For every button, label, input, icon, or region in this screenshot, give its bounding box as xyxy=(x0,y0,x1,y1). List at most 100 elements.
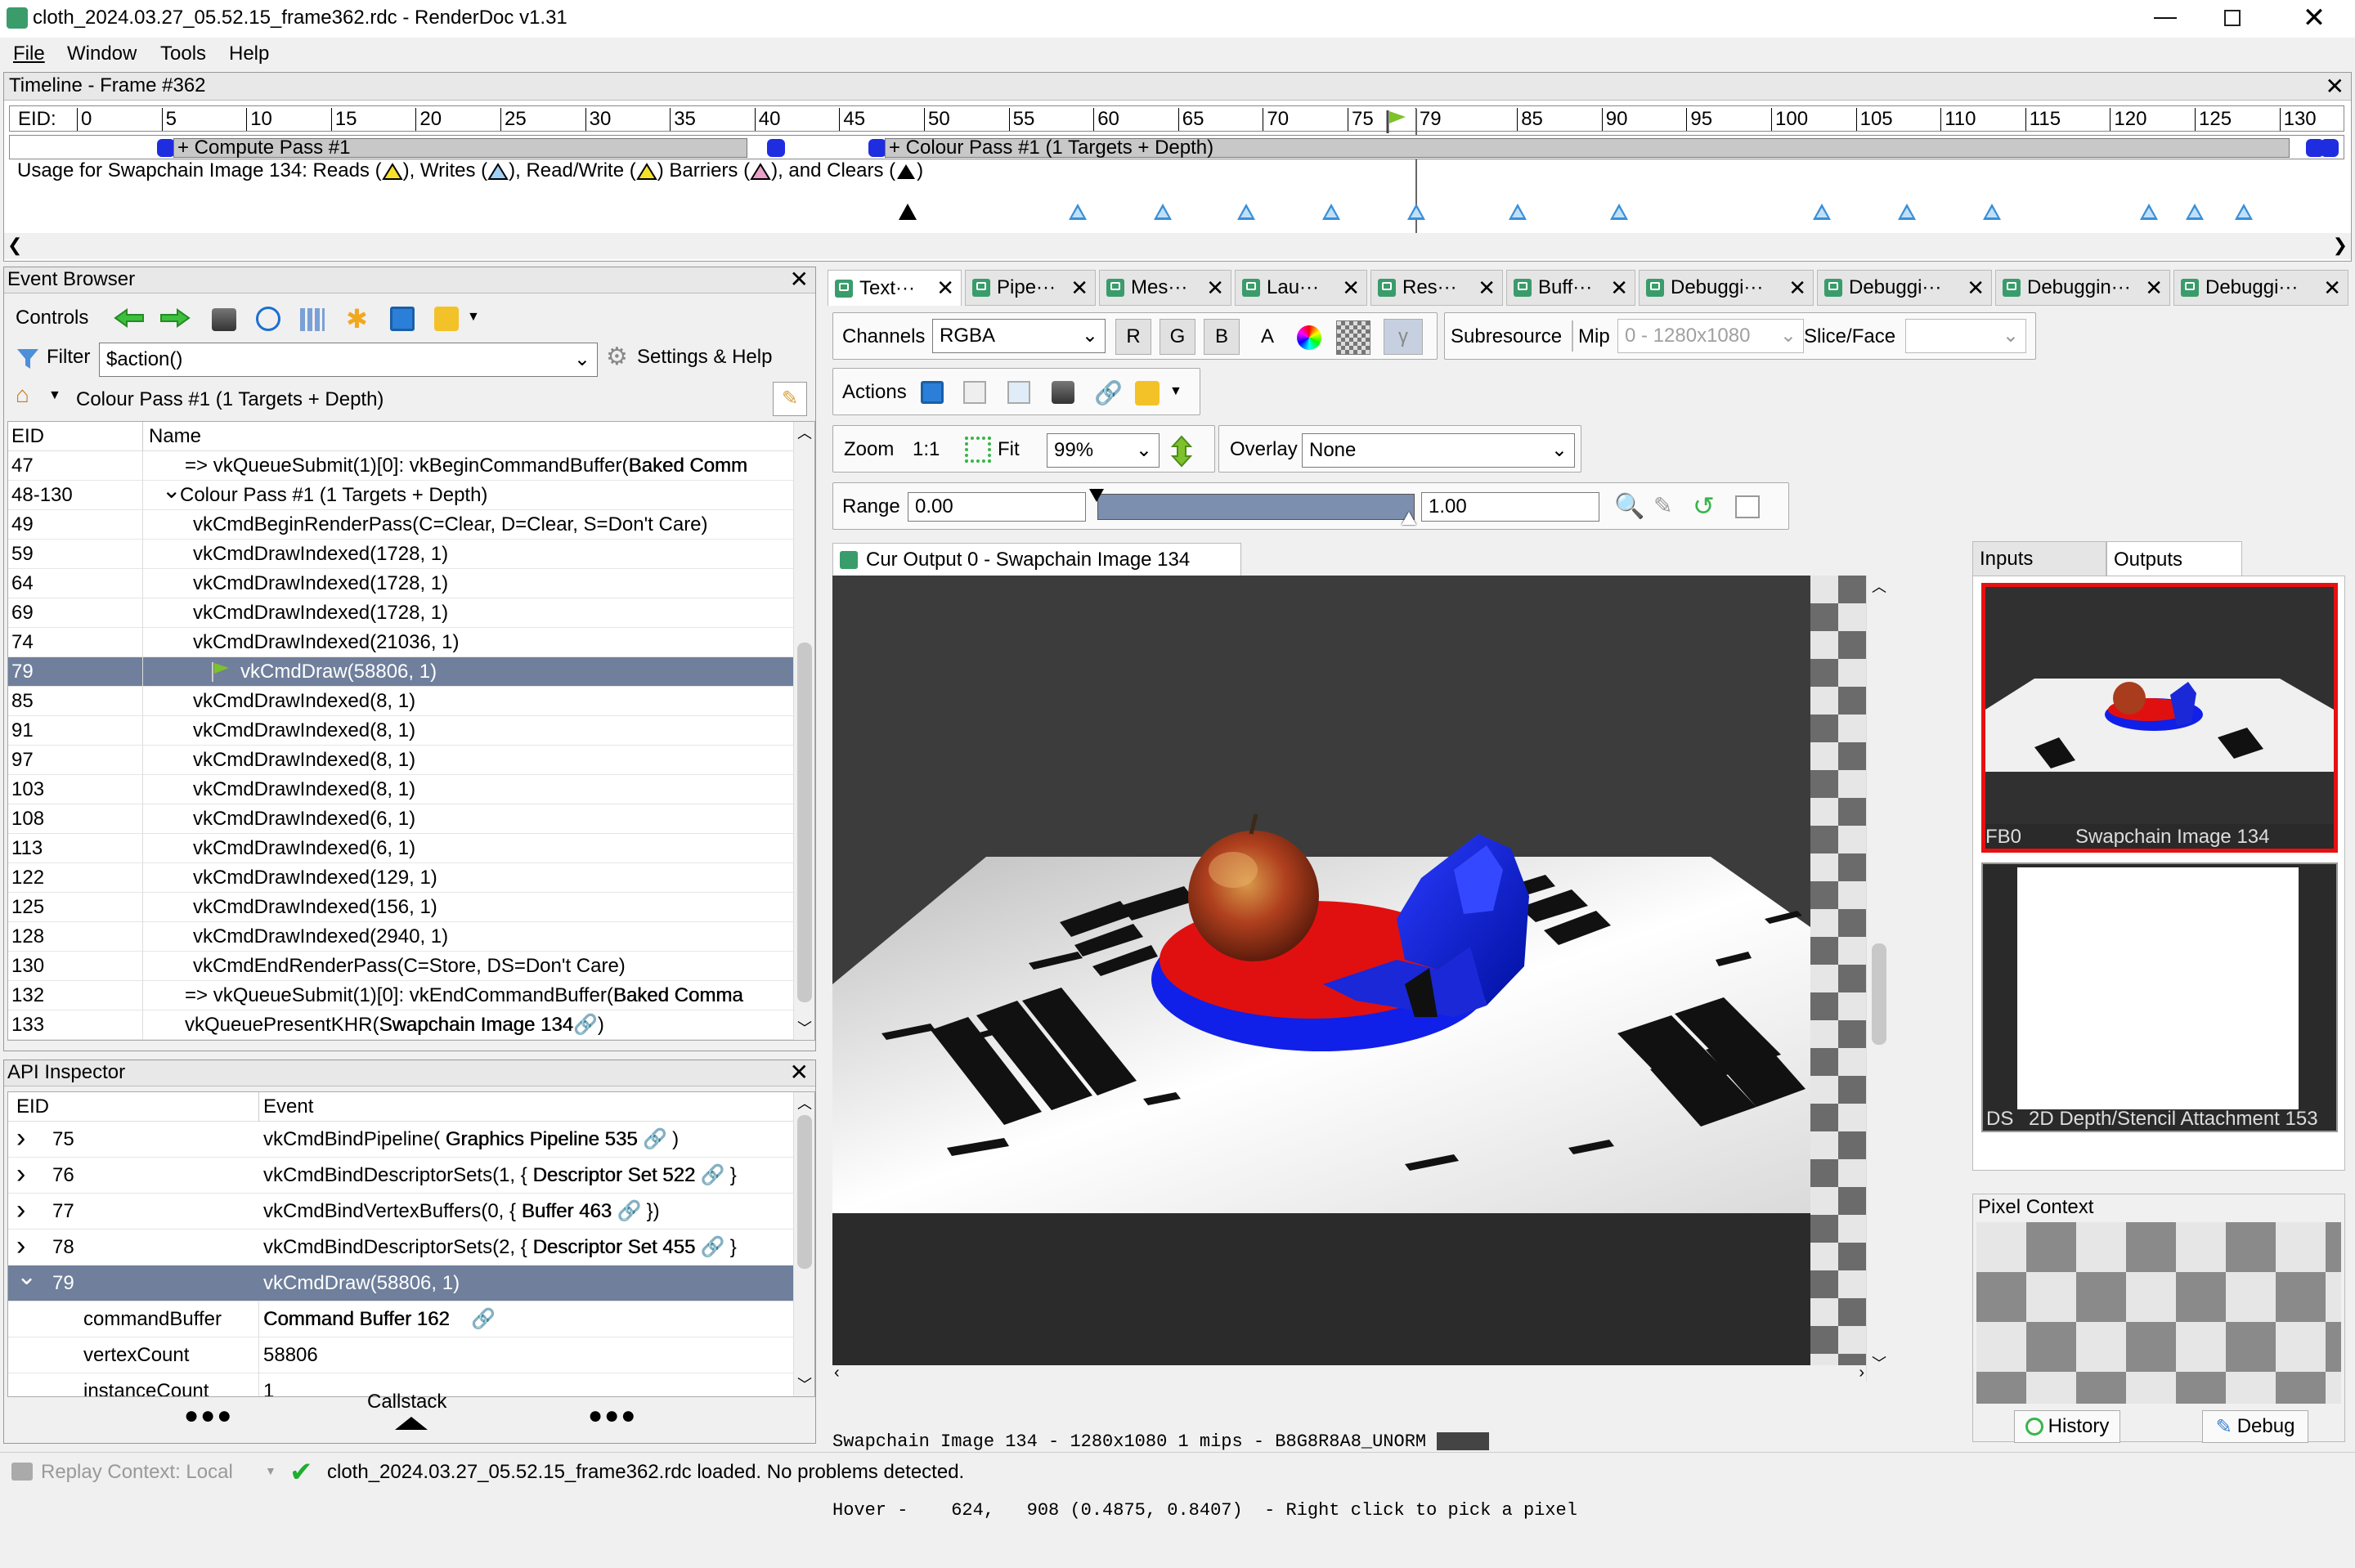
link-icon[interactable]: 🔗 xyxy=(612,1200,642,1222)
channel-b-button[interactable]: B xyxy=(1204,319,1240,355)
write-marker[interactable] xyxy=(1322,204,1340,220)
find-icon[interactable] xyxy=(212,308,236,331)
write-marker[interactable] xyxy=(1069,204,1087,220)
home-icon[interactable]: ⌂ xyxy=(16,382,29,408)
debug-button[interactable]: ✎ Debug xyxy=(2202,1410,2308,1443)
clear-marker[interactable] xyxy=(899,204,917,220)
tab-6[interactable]: Debuggi··· ✕ xyxy=(1639,270,1814,306)
table-row[interactable]: 74 vkCmdDrawIndexed(21036, 1) xyxy=(8,628,793,657)
range-max-input[interactable]: 1.00 xyxy=(1421,492,1599,522)
tab-2[interactable]: Mes··· ✕ xyxy=(1099,270,1231,306)
table-row[interactable]: 59 vkCmdDrawIndexed(1728, 1) xyxy=(8,540,793,569)
pass-marker[interactable] xyxy=(868,139,886,157)
table-row[interactable]: 79 vkCmdDraw(58806, 1) xyxy=(8,657,793,687)
scroll-up-icon[interactable]: ︿ xyxy=(797,1092,812,1113)
output-tab[interactable]: Cur Output 0 - Swapchain Image 134 xyxy=(832,543,1241,576)
tab-close-icon[interactable]: ✕ xyxy=(1958,276,1985,301)
channel-r-button[interactable]: R xyxy=(1115,319,1151,355)
fit-button[interactable]: Fit xyxy=(998,438,1020,461)
api-row[interactable]: › 78 vkCmdBindDescriptorSets(2, { Descript… xyxy=(8,1230,793,1266)
replay-context[interactable]: Replay Context: Local xyxy=(41,1461,233,1484)
history-button[interactable]: History xyxy=(2014,1410,2120,1443)
tab-close-icon[interactable]: ✕ xyxy=(1062,276,1088,301)
link-icon[interactable]: 🔗 xyxy=(573,1014,598,1036)
table-row[interactable]: 97 vkCmdDrawIndexed(8, 1) xyxy=(8,746,793,775)
canvas-h-scrollbar[interactable]: ‹ › xyxy=(832,1364,1866,1383)
scrollbar-thumb[interactable] xyxy=(797,1115,812,1269)
table-row[interactable]: 128 vkCmdDrawIndexed(2940, 1) xyxy=(8,922,793,952)
open-icon[interactable] xyxy=(1007,381,1030,404)
reset-range-icon[interactable]: ↺ xyxy=(1693,491,1715,522)
table-row[interactable]: 133 vkQueuePresentKHR(Swapchain Image 134… xyxy=(8,1010,793,1040)
arrow-left-icon[interactable] xyxy=(114,307,145,329)
scroll-down-icon[interactable]: ﹀ xyxy=(797,1017,812,1038)
callstack-right-handle[interactable]: ●●● xyxy=(588,1402,637,1430)
write-marker[interactable] xyxy=(2186,204,2204,220)
row-name-resource[interactable]: Baked Comma xyxy=(613,984,743,1006)
table-row[interactable]: 49 vkCmdBeginRenderPass(C=Clear, D=Clear,… xyxy=(8,510,793,540)
scrollbar-thumb[interactable] xyxy=(1872,943,1886,1045)
api-row[interactable]: ⌄ 79 vkCmdDraw(58806, 1) xyxy=(8,1263,793,1301)
scroll-down-icon[interactable]: ﹀ xyxy=(797,1373,812,1395)
tab-9[interactable]: Debuggi··· ✕ xyxy=(2173,270,2348,306)
tab-3[interactable]: Lau··· ✕ xyxy=(1235,270,1367,306)
scroll-right-icon[interactable]: ❯ xyxy=(2333,235,2348,256)
tab-5[interactable]: Buff··· ✕ xyxy=(1506,270,1635,306)
expand-chevron-icon[interactable]: › xyxy=(16,1120,25,1156)
write-marker[interactable] xyxy=(2235,204,2253,220)
table-row[interactable]: 48-130 Colour Pass #1 (1 Targets + Depth)… xyxy=(8,477,793,510)
color-wheel-icon[interactable] xyxy=(1297,325,1321,350)
zoom-select[interactable]: 99% ⌄ xyxy=(1047,433,1160,468)
tab-inputs[interactable]: Inputs xyxy=(1972,541,2106,577)
menu-tools[interactable]: Tools xyxy=(160,43,206,65)
write-marker[interactable] xyxy=(1813,204,1831,220)
collapse-chevron-icon[interactable]: ⌄ xyxy=(162,476,181,505)
scrollbar-thumb[interactable] xyxy=(797,643,812,1002)
table-row[interactable]: 64 vkCmdDrawIndexed(1728, 1) xyxy=(8,569,793,598)
channel-g-button[interactable]: G xyxy=(1160,319,1195,355)
write-marker[interactable] xyxy=(1898,204,1916,220)
gamma-button[interactable]: γ xyxy=(1384,319,1423,355)
write-marker[interactable] xyxy=(2140,204,2158,220)
compute-pass-bar[interactable]: + Compute Pass #1 xyxy=(173,137,747,159)
extensions-icon[interactable] xyxy=(434,307,459,331)
scroll-up-icon[interactable]: ︿ xyxy=(797,422,812,443)
table-row[interactable]: 122 vkCmdDrawIndexed(129, 1) xyxy=(8,863,793,893)
tab-7[interactable]: Debuggi··· ✕ xyxy=(1817,270,1992,306)
table-row[interactable]: 125 vkCmdDrawIndexed(156, 1) xyxy=(8,893,793,922)
colour-pass-bar[interactable]: + Colour Pass #1 (1 Targets + Depth) xyxy=(885,137,2290,159)
overlay-select[interactable]: None ⌄ xyxy=(1302,433,1575,468)
table-row[interactable]: 85 vkCmdDrawIndexed(8, 1) xyxy=(8,687,793,716)
gear-icon[interactable]: ⚙ xyxy=(606,343,628,371)
pass-marker[interactable] xyxy=(2321,139,2339,157)
tab-close-icon[interactable]: ✕ xyxy=(1602,276,1628,301)
param-row[interactable]: commandBuffer Command Buffer 162 🔗 xyxy=(8,1301,793,1337)
menu-file[interactable]: File xyxy=(13,43,45,65)
slice-face-select[interactable]: ⌄ xyxy=(1905,319,2026,353)
scroll-right-icon[interactable]: › xyxy=(1859,1364,1864,1382)
tab-close-icon[interactable]: ✕ xyxy=(1198,276,1224,301)
event-table-scrollbar[interactable]: ︿ ﹀ xyxy=(793,422,814,1040)
event-browser-close-icon[interactable]: ✕ xyxy=(790,266,809,293)
api-row[interactable]: › 77 vkCmdBindVertexBuffers(0, { Buffer 46… xyxy=(8,1194,793,1230)
scroll-left-icon[interactable]: ❮ xyxy=(7,235,22,256)
save-icon[interactable] xyxy=(390,307,415,331)
table-row[interactable]: 130 vkCmdEndRenderPass(C=Store, DS=Don't … xyxy=(8,952,793,981)
timeline-scrollbar[interactable]: ❮ ❯ xyxy=(4,233,2351,259)
table-row[interactable]: 108 vkCmdDrawIndexed(6, 1) xyxy=(8,804,793,834)
dropdown-arrow-icon[interactable]: ▼ xyxy=(1169,384,1182,399)
link-icon[interactable]: 🔗 xyxy=(1094,379,1123,406)
row-event-resource[interactable]: Buffer 463 xyxy=(522,1200,612,1222)
write-marker[interactable] xyxy=(1509,204,1527,220)
pass-marker[interactable] xyxy=(767,139,785,157)
close-icon[interactable]: ✕ xyxy=(2298,0,2330,38)
tab-close-icon[interactable]: ✕ xyxy=(1334,276,1360,301)
table-row[interactable]: 69 vkCmdDrawIndexed(1728, 1) xyxy=(8,598,793,628)
column-eid[interactable]: EID xyxy=(11,422,44,451)
callstack-label[interactable]: Callstack xyxy=(367,1391,446,1413)
table-row[interactable]: 132 => vkQueueSubmit(1)[0]: vkEndCommandB… xyxy=(8,981,793,1010)
zoom-1-1-button[interactable]: 1:1 xyxy=(913,438,940,461)
edit-icon[interactable]: ✎ xyxy=(773,382,807,416)
callstack-left-handle[interactable]: ●●● xyxy=(184,1402,233,1430)
find-icon[interactable] xyxy=(1052,381,1074,404)
